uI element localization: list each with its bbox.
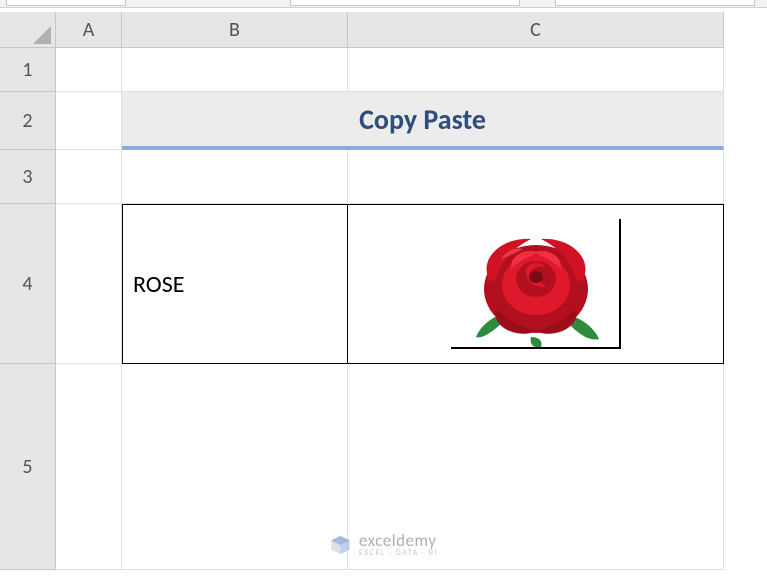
row-header-4[interactable]: 4 [0, 204, 56, 364]
cell-A3[interactable] [56, 150, 122, 204]
cell-grid[interactable]: Copy Paste ROSE [56, 48, 724, 570]
row-header-3[interactable]: 3 [0, 150, 56, 204]
column-header-B[interactable]: B [122, 12, 348, 48]
cell-C3[interactable] [348, 150, 724, 204]
select-all-icon [33, 26, 51, 44]
cell-C1[interactable] [348, 48, 724, 92]
cell-B4[interactable]: ROSE [122, 204, 348, 364]
rose-image-frame [451, 219, 621, 349]
cell-B5[interactable] [122, 364, 348, 570]
watermark-logo-icon [329, 534, 351, 556]
cell-B3[interactable] [122, 150, 348, 204]
rose-label: ROSE [133, 270, 184, 299]
cell-A2[interactable] [56, 92, 122, 150]
cell-C4[interactable] [348, 204, 724, 364]
row-header-2[interactable]: 2 [0, 92, 56, 150]
select-all-triangle[interactable] [0, 12, 56, 48]
column-header-C[interactable]: C [348, 12, 724, 48]
cell-A4[interactable] [56, 204, 122, 364]
row-headers: 12345 [0, 48, 56, 570]
watermark: exceldemy EXCEL · DATA · BI [329, 532, 438, 557]
watermark-tagline: EXCEL · DATA · BI [359, 549, 438, 557]
rose-icon [451, 219, 621, 349]
page-title: Copy Paste [359, 102, 486, 137]
formula-bar-stub [0, 0, 767, 8]
cell-A5[interactable] [56, 364, 122, 570]
title-cell[interactable]: Copy Paste [122, 92, 724, 150]
cell-B1[interactable] [122, 48, 348, 92]
column-header-A[interactable]: A [56, 12, 122, 48]
row-header-5[interactable]: 5 [0, 364, 56, 570]
column-headers: ABC [56, 12, 724, 48]
cell-A1[interactable] [56, 48, 122, 92]
row-header-1[interactable]: 1 [0, 48, 56, 92]
watermark-brand: exceldemy [359, 532, 438, 549]
